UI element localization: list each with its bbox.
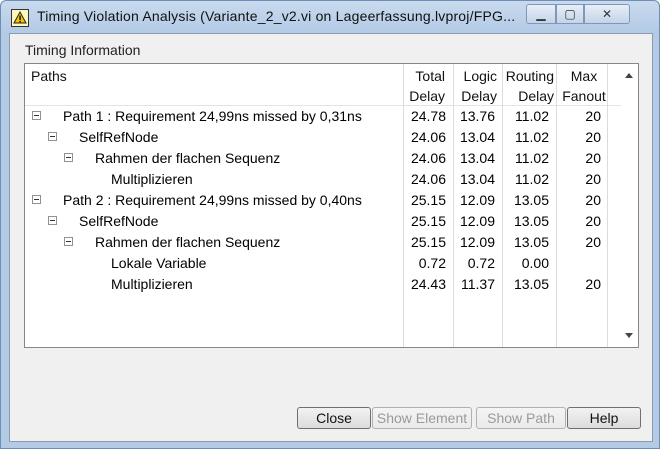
row-label: Rahmen der flachen Sequenz [95, 234, 281, 250]
show-element-button[interactable]: Show Element [372, 407, 472, 429]
max-fanout: 20 [585, 108, 601, 124]
column-header-fanout[interactable]: Max Fanout [559, 66, 609, 106]
max-fanout: 20 [585, 192, 601, 208]
routing-delay: 11.02 [515, 108, 549, 124]
collapse-icon[interactable] [48, 132, 57, 141]
tree-row[interactable]: Rahmen der flachen Sequenz 25.15 12.09 1… [25, 232, 623, 253]
title-bar[interactable]: Timing Violation Analysis (Variante_2_v2… [1, 1, 659, 33]
row-label: SelfRefNode [79, 213, 159, 229]
minimize-icon: ▁ [536, 7, 546, 21]
column-header-routing[interactable]: Routing Delay [499, 66, 554, 106]
tree-row[interactable]: Rahmen der flachen Sequenz 24.06 13.04 1… [25, 148, 623, 169]
logic-delay: 13.04 [459, 171, 495, 187]
collapse-icon[interactable] [32, 111, 41, 120]
header-logic-line1: Logic [463, 68, 497, 84]
collapse-icon[interactable] [64, 237, 73, 246]
total-delay: 24.06 [410, 171, 446, 187]
logic-delay: 0.72 [467, 255, 495, 271]
logic-delay: 12.09 [459, 192, 495, 208]
collapse-icon[interactable] [48, 216, 57, 225]
logic-delay: 13.04 [459, 129, 495, 145]
group-label: Timing Information [25, 42, 141, 58]
row-label: Multiplizieren [111, 276, 193, 292]
row-label: SelfRefNode [79, 129, 159, 145]
column-header-paths[interactable]: Paths [31, 66, 67, 86]
logic-delay: 12.09 [459, 213, 495, 229]
tree-row[interactable]: Path 1 : Requirement 24,99ns missed by 0… [25, 106, 623, 127]
close-window-button[interactable]: ✕ [584, 4, 630, 24]
minimize-button[interactable]: ▁ [526, 4, 556, 24]
dialog-body: Timing Information Paths Total Delay Log… [9, 33, 653, 442]
routing-delay: 11.02 [515, 171, 549, 187]
maximize-button[interactable]: ▢ [556, 4, 584, 24]
logic-delay: 11.37 [461, 276, 495, 292]
max-fanout: 20 [585, 150, 601, 166]
collapse-icon[interactable] [64, 153, 73, 162]
total-delay: 0.72 [418, 255, 446, 271]
collapse-icon[interactable] [32, 195, 41, 204]
column-header-total[interactable]: Total Delay [403, 66, 445, 106]
close-button[interactable]: Close [297, 407, 371, 429]
routing-delay: 13.05 [513, 234, 549, 250]
row-label: Lokale Variable [111, 255, 207, 271]
tree-row[interactable]: Path 2 : Requirement 24,99ns missed by 0… [25, 190, 623, 211]
routing-delay: 11.02 [515, 129, 549, 145]
routing-delay: 11.02 [515, 150, 549, 166]
row-label: Rahmen der flachen Sequenz [95, 150, 281, 166]
logic-delay: 13.04 [459, 150, 495, 166]
header-fanout-line1: Max [570, 68, 598, 84]
tree-row[interactable]: Lokale Variable 0.72 0.72 0.00 [25, 253, 623, 274]
column-header-logic[interactable]: Logic Delay [453, 66, 497, 106]
max-fanout: 20 [585, 171, 601, 187]
show-path-button[interactable]: Show Path [476, 407, 566, 429]
tree-row[interactable]: SelfRefNode 25.15 12.09 13.05 20 [25, 211, 623, 232]
header-routing-line2: Delay [518, 88, 554, 104]
scroll-up-icon[interactable] [625, 73, 633, 78]
max-fanout: 20 [585, 129, 601, 145]
header-total-line2: Delay [409, 88, 445, 104]
total-delay: 24.06 [410, 129, 446, 145]
logic-delay: 13.76 [459, 108, 495, 124]
help-button[interactable]: Help [567, 407, 641, 429]
max-fanout: 20 [585, 276, 601, 292]
row-label: Multiplizieren [111, 171, 193, 187]
routing-delay: 13.05 [513, 213, 549, 229]
total-delay: 24.43 [410, 276, 446, 292]
header-total-line1: Total [415, 68, 445, 84]
routing-delay: 0.00 [521, 255, 549, 271]
scroll-down-icon[interactable] [625, 333, 633, 338]
tree-row[interactable]: Multiplizieren 24.43 11.37 13.05 20 [25, 274, 623, 295]
labview-icon [11, 9, 29, 27]
routing-delay: 13.05 [513, 276, 549, 292]
header-routing-line1: Routing [505, 68, 554, 84]
header-fanout-line2: Fanout [562, 88, 606, 104]
row-label: Path 1 : Requirement 24,99ns missed by 0… [63, 108, 362, 124]
tree-row[interactable]: Multiplizieren 24.06 13.04 11.02 20 [25, 169, 623, 190]
header-logic-line2: Delay [461, 88, 497, 104]
total-delay: 24.06 [410, 150, 446, 166]
row-label: Path 2 : Requirement 24,99ns missed by 0… [63, 192, 362, 208]
total-delay: 24.78 [410, 108, 446, 124]
max-fanout: 20 [585, 213, 601, 229]
tree-row[interactable]: SelfRefNode 24.06 13.04 11.02 20 [25, 127, 623, 148]
routing-delay: 13.05 [513, 192, 549, 208]
total-delay: 25.15 [410, 192, 446, 208]
timing-tree[interactable]: Paths Total Delay Logic Delay Routing De… [24, 63, 639, 348]
timing-violation-window: Timing Violation Analysis (Variante_2_v2… [0, 0, 660, 449]
maximize-icon: ▢ [564, 7, 576, 21]
vertical-scrollbar[interactable] [621, 64, 638, 347]
total-delay: 25.15 [410, 234, 446, 250]
window-title: Timing Violation Analysis (Variante_2_v2… [37, 8, 516, 24]
logic-delay: 12.09 [459, 234, 495, 250]
close-icon: ✕ [601, 7, 613, 21]
max-fanout: 20 [585, 234, 601, 250]
total-delay: 25.15 [410, 213, 446, 229]
